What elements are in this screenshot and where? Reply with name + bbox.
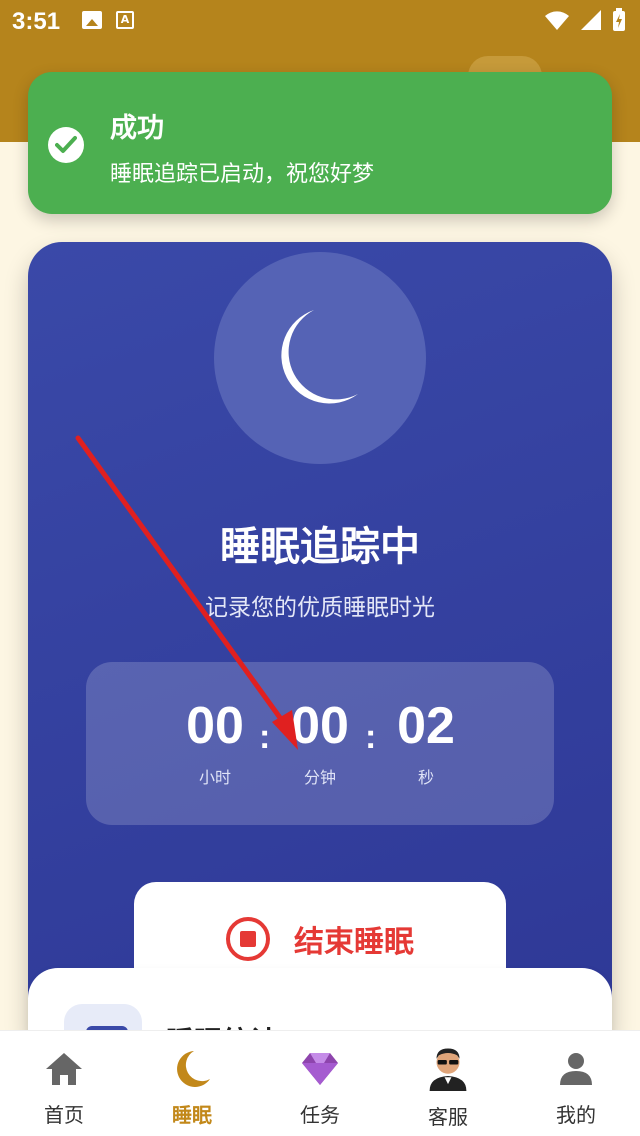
timer-hours-label: 小时: [198, 768, 231, 787]
card-title: 睡眠追踪中: [220, 524, 420, 570]
toast-title: 成功: [110, 113, 164, 144]
sleep-timer: 00 小时 : 00 分钟 : 02 秒: [86, 662, 554, 825]
timer-minutes-label: 分钟: [303, 768, 336, 787]
image-icon: [82, 11, 102, 29]
toast-message: 睡眠追踪已启动，祝您好梦: [110, 162, 375, 187]
status-system-icons: [544, 8, 626, 32]
moon-icon: [281, 310, 358, 404]
timer-hours-value: 00: [186, 697, 244, 755]
nav-item-home[interactable]: 首页: [0, 1031, 128, 1136]
signal-icon: [581, 10, 601, 30]
nav-item-me[interactable]: 我的: [512, 1031, 640, 1136]
timer-hours: 00 小时: [160, 696, 270, 788]
timer-minutes: 00 分钟: [265, 696, 375, 788]
status-notification-icons: A: [82, 11, 134, 29]
nav-item-support[interactable]: 客服: [384, 1031, 512, 1136]
battery-charging-icon: [613, 8, 625, 31]
timer-seconds-value: 02: [397, 697, 455, 755]
sleep-tracking-card: 睡眠追踪中 记录您的优质睡眠时光 00 小时 : 00 分钟 : 02 秒 结束…: [28, 242, 612, 1052]
nav-label-home: 首页: [44, 1103, 84, 1127]
moon-badge: [214, 252, 426, 464]
diamond-icon: [302, 1053, 338, 1085]
nav-item-sleep[interactable]: 睡眠: [128, 1031, 256, 1136]
nav-label-tasks: 任务: [300, 1103, 340, 1127]
timer-seconds-label: 秒: [417, 768, 434, 787]
home-icon: [46, 1053, 82, 1085]
timer-minutes-value: 00: [291, 697, 349, 755]
page-body: 睡眠追踪中 记录您的优质睡眠时光 00 小时 : 00 分钟 : 02 秒 结束…: [0, 142, 640, 1108]
moon-icon: [177, 1051, 210, 1087]
stop-icon: [226, 917, 270, 961]
nav-item-tasks[interactable]: 任务: [256, 1031, 384, 1136]
nav-label-me: 我的: [556, 1103, 596, 1127]
status-time: 3:51: [12, 8, 61, 35]
nav-label-support: 客服: [428, 1105, 468, 1129]
card-subtitle: 记录您的优质睡眠时光: [205, 595, 435, 621]
nav-label-sleep: 睡眠: [172, 1103, 212, 1127]
bottom-nav: 首页 睡眠 任务 客服 我的: [0, 1030, 640, 1136]
end-sleep-label: 结束睡眠: [294, 925, 414, 960]
success-toast: 成功 睡眠追踪已启动，祝您好梦: [28, 72, 612, 214]
wifi-icon: [545, 11, 569, 30]
timer-seconds: 02 秒: [371, 696, 481, 788]
person-icon: [560, 1053, 592, 1085]
text-a-icon: A: [116, 11, 134, 29]
agent-avatar-icon: [429, 1048, 467, 1091]
check-circle-icon: [48, 127, 84, 163]
